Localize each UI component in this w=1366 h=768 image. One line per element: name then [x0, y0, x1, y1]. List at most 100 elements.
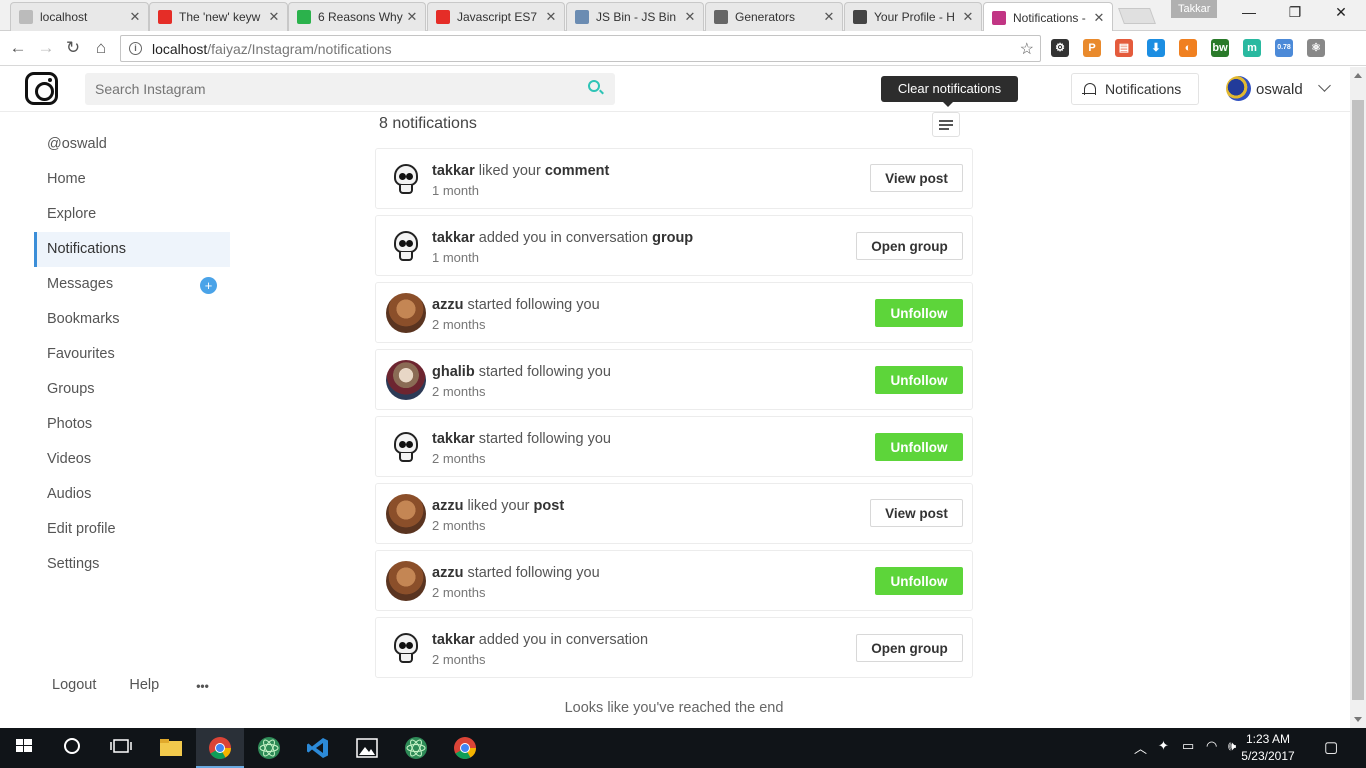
battery-icon[interactable]: ▭ — [1182, 738, 1194, 754]
cortana-search-icon[interactable] — [62, 736, 86, 760]
maximize-icon[interactable]: ❐ — [1272, 4, 1318, 21]
task-view-icon[interactable] — [110, 736, 134, 760]
extension-icon[interactable]: ⚛ — [1307, 39, 1325, 57]
clear-notifications-button[interactable] — [932, 112, 960, 137]
dropbox-icon[interactable]: ✦ — [1158, 738, 1169, 754]
logout-link[interactable]: Logout — [52, 677, 96, 696]
view-post-button[interactable]: View post — [870, 499, 963, 527]
extension-icon[interactable]: ⚙ — [1051, 39, 1069, 57]
close-tab-icon[interactable]: ✕ — [128, 9, 142, 25]
wifi-icon[interactable]: ◠ — [1206, 738, 1217, 754]
chrome-icon[interactable] — [208, 736, 232, 760]
atom-editor-icon-2[interactable] — [404, 736, 428, 760]
user-avatar[interactable] — [386, 561, 426, 601]
notification-username[interactable]: takkar — [432, 431, 475, 447]
notification-object[interactable]: comment — [545, 163, 609, 179]
sidebar-item-photos[interactable]: Photos — [34, 407, 230, 442]
notification-username[interactable]: takkar — [432, 230, 475, 246]
scroll-up-arrow-icon[interactable] — [1354, 73, 1362, 78]
skull-avatar[interactable] — [386, 159, 426, 199]
site-info-icon[interactable]: i — [129, 42, 142, 55]
sidebar-item-home[interactable]: Home — [34, 162, 230, 197]
notification-username[interactable]: azzu — [432, 297, 463, 313]
reload-icon[interactable]: ↻ — [63, 38, 83, 58]
close-tab-icon[interactable]: ✕ — [1092, 10, 1106, 26]
bookmark-star-icon[interactable]: ☆ — [1020, 39, 1034, 59]
system-clock[interactable]: 1:23 AM 5/23/2017 — [1228, 731, 1308, 765]
unfollow-button[interactable]: Unfollow — [875, 299, 963, 327]
sidebar-item-favourites[interactable]: Favourites — [34, 337, 230, 372]
close-tab-icon[interactable]: ✕ — [683, 9, 697, 25]
header-username[interactable]: oswald — [1256, 81, 1303, 98]
page-scrollbar[interactable] — [1350, 67, 1366, 728]
extension-icon[interactable]: ◐ — [1179, 39, 1197, 57]
home-icon[interactable]: ⌂ — [91, 38, 111, 58]
sidebar-item-settings[interactable]: Settings — [34, 547, 230, 582]
sidebar-item-audios[interactable]: Audios — [34, 477, 230, 512]
extension-icon[interactable]: m — [1243, 39, 1261, 57]
sidebar-item-messages[interactable]: Messages + — [34, 267, 230, 302]
browser-tab[interactable]: Javascript ES7 ✕ — [427, 2, 565, 31]
close-tab-icon[interactable]: ✕ — [822, 9, 836, 25]
browser-tab[interactable]: Generators ✕ — [705, 2, 843, 31]
browser-tab[interactable]: Your Profile - H ✕ — [844, 2, 982, 31]
atom-editor-icon[interactable] — [257, 736, 281, 760]
notification-username[interactable]: ghalib — [432, 364, 475, 380]
search-input[interactable] — [85, 73, 615, 105]
open-group-button[interactable]: Open group — [856, 232, 963, 260]
close-tab-icon[interactable]: ✕ — [544, 9, 558, 25]
extension-icon[interactable]: bw — [1211, 39, 1229, 57]
photos-app-icon[interactable] — [355, 736, 379, 760]
notification-object[interactable]: group — [652, 230, 693, 246]
chevron-down-icon[interactable] — [1318, 79, 1331, 92]
browser-tab[interactable]: Notifications - ✕ — [983, 2, 1113, 32]
notification-username[interactable]: takkar — [432, 163, 475, 179]
instagram-logo-icon[interactable] — [25, 72, 58, 105]
sidebar-item-edit-profile[interactable]: Edit profile — [34, 512, 230, 547]
close-tab-icon[interactable]: ✕ — [961, 9, 975, 25]
sidebar-item-bookmarks[interactable]: Bookmarks — [34, 302, 230, 337]
sidebar-item-notifications[interactable]: Notifications — [34, 232, 230, 267]
windows-start-icon[interactable] — [14, 736, 38, 760]
browser-tab[interactable]: The 'new' keyw ✕ — [149, 2, 288, 31]
extension-icon[interactable]: P — [1083, 39, 1101, 57]
close-tab-icon[interactable]: ✕ — [267, 9, 281, 25]
skull-avatar[interactable] — [386, 628, 426, 668]
user-avatar[interactable] — [386, 360, 426, 400]
skull-avatar[interactable] — [386, 226, 426, 266]
skull-avatar[interactable] — [386, 427, 426, 467]
more-options-icon[interactable]: ••• — [196, 677, 209, 696]
sidebar-item-videos[interactable]: Videos — [34, 442, 230, 477]
action-center-icon[interactable]: ▢ — [1324, 738, 1338, 756]
notification-object[interactable]: post — [534, 498, 565, 514]
notifications-button[interactable]: Notifications — [1071, 73, 1199, 105]
notification-username[interactable]: azzu — [432, 565, 463, 581]
close-tab-icon[interactable]: ✕ — [405, 9, 419, 25]
view-post-button[interactable]: View post — [870, 164, 963, 192]
help-link[interactable]: Help — [129, 677, 159, 696]
back-arrow-icon[interactable]: ← — [8, 38, 28, 58]
extension-icon[interactable]: ▤ — [1115, 39, 1133, 57]
browser-tab[interactable]: localhost ✕ — [10, 2, 149, 31]
unfollow-button[interactable]: Unfollow — [875, 366, 963, 394]
user-avatar[interactable] — [386, 293, 426, 333]
sidebar-item-oswald[interactable]: @oswald — [34, 127, 230, 162]
chrome-icon-2[interactable] — [453, 736, 477, 760]
new-message-plus-icon[interactable]: + — [200, 277, 217, 294]
browser-profile-chip[interactable]: Takkar — [1171, 0, 1218, 18]
search-icon[interactable] — [588, 80, 600, 92]
scroll-down-arrow-icon[interactable] — [1354, 717, 1362, 722]
close-window-icon[interactable]: ✕ — [1318, 4, 1364, 21]
minimize-icon[interactable]: — — [1226, 4, 1272, 20]
user-avatar[interactable] — [1226, 76, 1251, 101]
address-bar[interactable]: i localhost/faiyaz/Instagram/notificatio… — [120, 35, 1041, 62]
forward-arrow-icon[interactable]: → — [36, 38, 56, 58]
extension-icon[interactable]: 0.78 — [1275, 39, 1293, 57]
user-avatar[interactable] — [386, 494, 426, 534]
new-tab-button[interactable] — [1118, 8, 1156, 24]
notification-username[interactable]: azzu — [432, 498, 463, 514]
sidebar-item-explore[interactable]: Explore — [34, 197, 230, 232]
extension-icon[interactable]: ⬇ — [1147, 39, 1165, 57]
vscode-icon[interactable] — [306, 736, 330, 760]
unfollow-button[interactable]: Unfollow — [875, 567, 963, 595]
